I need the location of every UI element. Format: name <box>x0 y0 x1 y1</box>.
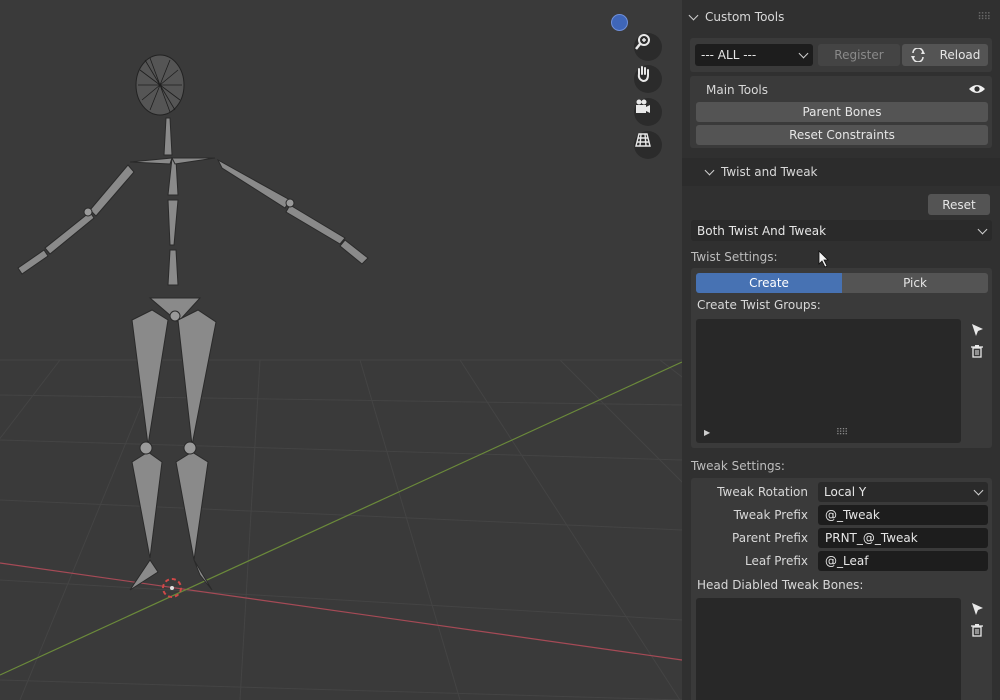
tweak-rotation-select[interactable]: Local Y <box>818 482 988 502</box>
twist-groups-list[interactable]: ▶ ⠿⠿ <box>696 319 961 443</box>
mouse-cursor-icon <box>818 250 829 268</box>
tweak-prefix-label: Tweak Prefix <box>733 508 808 522</box>
grid-icon[interactable] <box>634 131 662 159</box>
tab-pick[interactable]: Pick <box>842 273 988 293</box>
y-axis-line <box>0 361 682 676</box>
reset-button[interactable]: Reset <box>928 194 990 215</box>
twist-tweak-header[interactable]: Twist and Tweak <box>682 158 1000 186</box>
zoom-icon[interactable] <box>634 33 662 61</box>
register-label: Register <box>834 48 884 62</box>
trash-icon[interactable] <box>967 620 987 640</box>
reload-icon <box>910 48 925 62</box>
register-button[interactable]: Register <box>818 44 900 66</box>
navigation-orientation-dot[interactable] <box>611 14 628 31</box>
viewport-scene <box>0 54 682 700</box>
resize-handle-icon[interactable]: ⠿⠿ <box>836 428 848 438</box>
3d-viewport[interactable] <box>0 0 682 700</box>
reload-button[interactable]: Reload <box>902 44 988 66</box>
tweak-prefix-value: @_Tweak <box>825 508 880 522</box>
tweak-settings-box: Tweak Rotation Local Y Tweak Prefix @_Tw… <box>691 478 992 700</box>
tweak-prefix-field[interactable]: @_Tweak <box>818 505 988 525</box>
twist-tabs: Create Pick <box>696 273 988 293</box>
create-twist-groups-label: Create Twist Groups: <box>697 298 821 312</box>
leaf-prefix-value: @_Leaf <box>825 554 869 568</box>
main-tools-title: Main Tools <box>706 83 769 97</box>
parent-bones-button[interactable]: Parent Bones <box>696 102 988 122</box>
reset-constraints-label: Reset Constraints <box>789 128 895 142</box>
x-axis-line <box>0 562 682 661</box>
head-disabled-bones-list[interactable] <box>696 598 961 700</box>
reload-label: Reload <box>939 48 981 62</box>
eye-icon[interactable] <box>968 83 986 95</box>
tweak-rotation-value: Local Y <box>824 485 867 499</box>
panel-title: Custom Tools <box>705 10 785 24</box>
filter-select-value: --- ALL --- <box>701 48 757 62</box>
chevron-down-icon <box>973 485 984 496</box>
filter-box: --- ALL --- Register Reload <box>690 38 992 72</box>
reset-constraints-button[interactable]: Reset Constraints <box>696 125 988 145</box>
floor-grid <box>0 359 682 700</box>
tab-create-label: Create <box>749 276 789 290</box>
collapse-chevron-icon[interactable] <box>688 10 699 20</box>
mode-select[interactable]: Both Twist And Tweak <box>691 220 992 241</box>
hand-pan-icon[interactable] <box>634 65 662 93</box>
tweak-rotation-label: Tweak Rotation <box>717 485 808 499</box>
trash-icon[interactable] <box>967 341 987 361</box>
twist-settings-box: Create Pick Create Twist Groups: ▶ ⠿⠿ <box>691 268 992 448</box>
twist-tweak-title: Twist and Tweak <box>721 165 818 179</box>
armature <box>17 54 369 591</box>
chevron-down-icon <box>798 48 809 59</box>
parent-bones-label: Parent Bones <box>802 105 882 119</box>
mode-select-value: Both Twist And Tweak <box>697 223 827 238</box>
collapse-chevron-icon[interactable] <box>704 165 715 175</box>
pick-selected-icon[interactable] <box>967 320 987 340</box>
expand-arrow-icon[interactable]: ▶ <box>704 428 710 437</box>
parent-prefix-field[interactable]: PRNT_@_Tweak <box>818 528 988 548</box>
filter-select[interactable]: --- ALL --- <box>695 44 813 66</box>
chevron-down-icon <box>977 224 988 234</box>
parent-prefix-label: Parent Prefix <box>732 531 808 545</box>
panel-header[interactable]: Custom Tools ⠿⠿ <box>688 8 991 26</box>
reset-label: Reset <box>942 197 976 212</box>
main-tools-box: Main Tools Parent Bones Reset Constraint… <box>690 76 992 148</box>
main-tools-header: Main Tools <box>706 82 768 98</box>
leaf-prefix-field[interactable]: @_Leaf <box>818 551 988 571</box>
twist-settings-label: Twist Settings: <box>691 250 778 264</box>
sidebar-panel: Custom Tools ⠿⠿ --- ALL --- Register Rel… <box>682 0 1000 700</box>
parent-prefix-value: PRNT_@_Tweak <box>825 531 918 545</box>
tab-pick-label: Pick <box>903 276 927 290</box>
leaf-prefix-label: Leaf Prefix <box>745 554 808 568</box>
drag-handle-icon[interactable]: ⠿⠿ <box>977 12 991 23</box>
pick-selected-icon[interactable] <box>967 599 987 619</box>
head-disabled-tweak-bones-label: Head Diabled Tweak Bones: <box>697 578 864 592</box>
tab-create[interactable]: Create <box>696 273 842 293</box>
tweak-settings-label: Tweak Settings: <box>691 459 785 473</box>
camera-icon[interactable] <box>634 98 662 126</box>
